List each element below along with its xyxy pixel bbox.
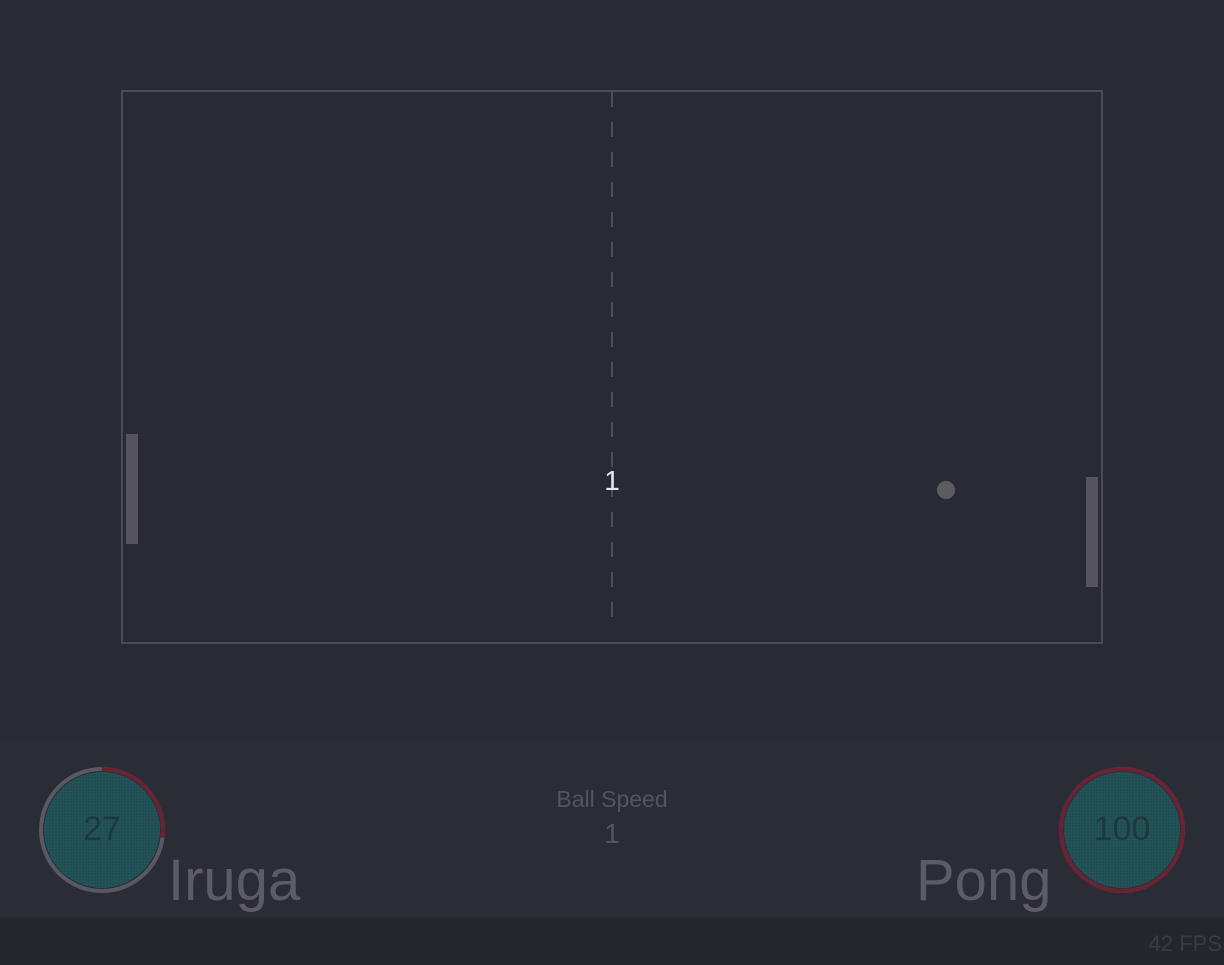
left-paddle (126, 434, 138, 544)
left-player-avatar-value: 27 (83, 810, 121, 848)
right-player-name: Pong (916, 848, 1052, 913)
center-net-line (611, 92, 613, 630)
ball-speed-label: Ball Speed (556, 786, 668, 812)
right-player-avatar: 100 (1058, 766, 1186, 894)
left-player-avatar: 27 (38, 766, 166, 894)
right-paddle (1086, 477, 1098, 587)
left-player-name: Iruga (168, 848, 301, 913)
playing-field: 1 (121, 90, 1103, 644)
status-footer: 42 FPS (0, 918, 1224, 965)
ball (937, 481, 955, 499)
right-player-avatar-value: 100 (1093, 810, 1151, 848)
game-screen: 1 27 Iruga Ball Speed 1 Pong 100 42 FPS (0, 0, 1224, 965)
ball-speed-value: 1 (604, 818, 620, 849)
fps-counter: 42 FPS (1148, 931, 1222, 956)
round-number: 1 (604, 465, 620, 496)
score-hud: 27 Iruga Ball Speed 1 Pong 100 (0, 742, 1224, 918)
